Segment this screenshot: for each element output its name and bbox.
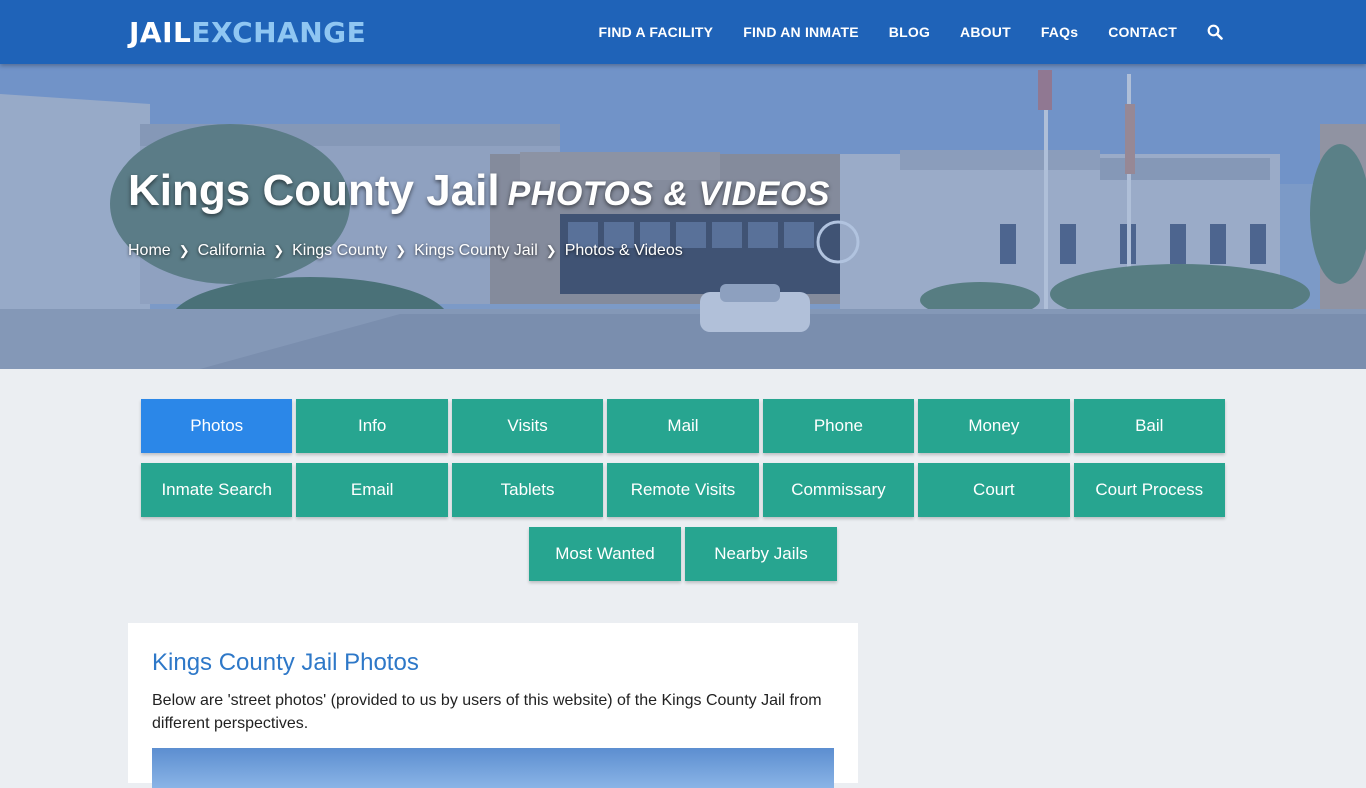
nav-about[interactable]: ABOUT [960,24,1011,40]
jail-photo[interactable] [152,748,834,788]
page-title-main: Kings County Jail [128,166,500,215]
tab-money[interactable]: Money [918,399,1070,453]
breadcrumb-kings-county-jail[interactable]: Kings County Jail [414,242,538,260]
hero-banner: Kings County Jail PHOTOS & VIDEOS Home ❯ … [0,64,1366,369]
tab-nearby-jails[interactable]: Nearby Jails [685,527,837,581]
breadcrumb: Home ❯ California ❯ Kings County ❯ Kings… [128,242,683,260]
tab-visits[interactable]: Visits [451,399,604,453]
tab-phone[interactable]: Phone [762,399,915,453]
main-nav: FIND A FACILITY FIND AN INMATE BLOG ABOU… [568,0,1223,64]
hero-blue-overlay [0,64,1366,369]
logo-exchange: EXCHANGE [191,16,367,49]
search-icon[interactable] [1207,24,1223,40]
breadcrumb-kings-county[interactable]: Kings County [292,242,387,260]
nav-blog[interactable]: BLOG [889,24,930,40]
page-title: Kings County Jail PHOTOS & VIDEOS [128,166,830,216]
tab-remote-visits[interactable]: Remote Visits [607,463,759,517]
tab-email[interactable]: Email [296,463,448,517]
site-logo[interactable]: JAILEXCHANGE [129,16,366,50]
tab-row-1: Photos Info Visits Mail Phone Money Bail [139,399,1227,453]
tab-info[interactable]: Info [296,399,448,453]
tab-court[interactable]: Court [918,463,1070,517]
nav-faqs[interactable]: FAQs [1041,24,1078,40]
chevron-right-icon: ❯ [273,243,285,258]
tab-tablets[interactable]: Tablets [451,463,604,517]
chevron-right-icon: ❯ [178,243,190,258]
card-title: Kings County Jail Photos [152,649,419,676]
tab-inmate-search[interactable]: Inmate Search [141,463,293,517]
tab-court-process[interactable]: Court Process [1073,463,1225,517]
tab-row-3: Most Wanted Nearby Jails [139,527,1227,581]
breadcrumb-home[interactable]: Home [128,242,171,260]
card-description: Below are 'street photos' (provided to u… [152,692,822,732]
top-navigation-bar: JAILEXCHANGE FIND A FACILITY FIND AN INM… [0,0,1366,64]
nav-find-inmate[interactable]: FIND AN INMATE [743,24,859,40]
facility-tabs: Photos Info Visits Mail Phone Money Bail… [139,399,1227,591]
tab-bail[interactable]: Bail [1073,399,1225,453]
tab-photos[interactable]: Photos [141,399,293,453]
nav-find-facility[interactable]: FIND A FACILITY [598,24,713,40]
nav-contact[interactable]: CONTACT [1108,24,1177,40]
tab-most-wanted[interactable]: Most Wanted [529,527,681,581]
page-title-subtitle: PHOTOS & VIDEOS [507,175,830,213]
tab-commissary[interactable]: Commissary [762,463,915,517]
breadcrumb-california[interactable]: California [198,242,266,260]
tab-row-2: Inmate Search Email Tablets Remote Visit… [139,463,1227,517]
tab-mail[interactable]: Mail [607,399,759,453]
photos-content-card: Kings County Jail Photos Below are 'stre… [128,623,858,788]
breadcrumb-current: Photos & Videos [564,242,683,259]
chevron-right-icon: ❯ [395,243,407,258]
chevron-right-icon: ❯ [545,243,557,258]
logo-jail: JAIL [129,16,192,49]
